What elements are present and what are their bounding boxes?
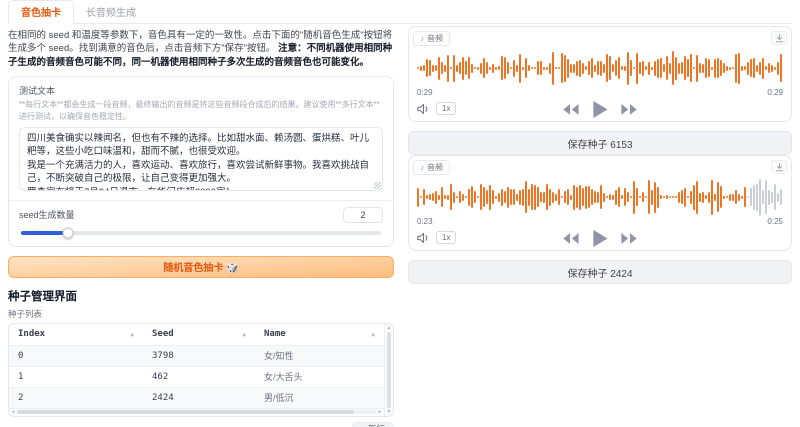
cell-seed[interactable]: 462 (143, 372, 255, 382)
waveform[interactable] (417, 178, 783, 216)
sort-icon: ▲ (242, 330, 246, 338)
test-text-label: 测试文本 (19, 86, 56, 97)
slider-thumb[interactable] (62, 227, 74, 239)
tab-bar: 音色抽卡 长音频生成 (8, 0, 792, 24)
duration: 0:25 (767, 217, 783, 226)
audio-label: ♪ 音频 (413, 160, 450, 175)
left-column: 在相同的 seed 和温度等参数下，音色具有一定的一致性。点击下面的"随机音色生… (8, 24, 394, 427)
current-time: 0:23 (417, 217, 433, 226)
duration: 0:29 (767, 88, 783, 97)
seed-count-label: seed生成数量 (19, 210, 75, 221)
tab-voice-draw[interactable]: 音色抽卡 (8, 0, 74, 24)
table-header-index[interactable]: Index ▲ (9, 329, 143, 339)
volume-icon[interactable] (417, 232, 430, 244)
current-time: 0:29 (417, 88, 433, 97)
playback-speed-button[interactable]: 1x (436, 231, 457, 244)
download-icon[interactable] (771, 160, 787, 174)
random-voice-draw-button[interactable]: 随机音色抽卡 🎲 (8, 255, 394, 278)
audio-player-2: ♪ 音频 0:23 0:25 1x (408, 155, 792, 251)
music-note-icon: ♪ (420, 163, 424, 172)
table-row[interactable]: 1 462 女/大舌头 (9, 365, 384, 387)
audio-player-1: ♪ 音频 0:29 0:29 1x (408, 26, 792, 122)
cell-seed[interactable]: 2424 (143, 393, 255, 403)
waveform[interactable] (417, 49, 783, 87)
seed-list-label: 种子列表 (8, 308, 43, 319)
input-panel: 测试文本 **每行文本**都会生成一段音频，最终输出的音频是将这些音频段合成后的… (8, 76, 394, 247)
test-text-input[interactable]: 四川美食确实以辣闻名，但也有不辣的选择。比如甜水面、赖汤圆、蛋烘糕、叶儿粑等，这… (19, 126, 383, 191)
seed-table: Index ▲ Seed ▲ Name ▲ 0 3798 女/知性 1 462 女/大… (8, 322, 394, 417)
seed-manager-heading: 种子管理界面 (8, 290, 77, 303)
rewind-icon[interactable] (562, 232, 580, 245)
right-column: ♪ 音频 0:29 0:29 1x 保存种子 6153 ♪ 音频 0:23 0:… (408, 24, 792, 427)
save-seed-2424-button[interactable]: 保存种子 2424 (408, 260, 792, 284)
music-note-icon: ♪ (420, 34, 424, 43)
playback-speed-button[interactable]: 1x (436, 102, 457, 115)
scrollbar-thumb[interactable] (17, 410, 355, 415)
play-icon[interactable] (592, 100, 609, 119)
test-text-info: **每行文本**都会生成一段音频，最终输出的音频是将这些音频段合成后的结果。建议… (19, 100, 380, 121)
download-icon[interactable] (771, 31, 787, 45)
volume-icon[interactable] (417, 103, 430, 115)
cell-index[interactable]: 2 (9, 393, 143, 403)
table-horizontal-scrollbar[interactable]: ◀ ▶ (9, 407, 384, 416)
instructions-text: 在相同的 seed 和温度等参数下，音色具有一定的一致性。点击下面的"随机音色生… (8, 29, 394, 69)
cell-seed[interactable]: 3798 (143, 351, 255, 361)
textarea-resize-handle[interactable] (374, 181, 381, 189)
fast-forward-icon[interactable] (621, 103, 639, 116)
table-row[interactable]: 2 2424 男/低沉 (9, 386, 384, 408)
seed-count-slider[interactable] (21, 227, 381, 239)
tab-long-audio[interactable]: 长音频生成 (74, 1, 148, 23)
table-row[interactable]: 0 3798 女/知性 (9, 344, 384, 366)
table-vertical-scrollbar[interactable]: ▲ ▼ (384, 323, 393, 416)
sort-icon: ▲ (130, 330, 134, 338)
scrollbar-thumb[interactable] (387, 331, 391, 408)
cell-name[interactable]: 女/知性 (255, 349, 384, 362)
scroll-left-icon[interactable]: ◀ (9, 409, 17, 415)
scroll-down-icon[interactable]: ▼ (387, 409, 392, 415)
sort-icon: ▲ (371, 330, 375, 338)
cell-name[interactable]: 男/低沉 (255, 391, 384, 404)
slider-fill (21, 230, 68, 235)
cell-name[interactable]: 女/大舌头 (255, 370, 384, 383)
save-seed-6153-button[interactable]: 保存种子 6153 (408, 131, 792, 155)
audio-label: ♪ 音频 (413, 31, 450, 46)
scroll-up-icon[interactable]: ▲ (387, 325, 392, 331)
cell-index[interactable]: 0 (9, 351, 143, 361)
table-header-row: Index ▲ Seed ▲ Name ▲ (9, 324, 384, 345)
table-header-name[interactable]: Name ▲ (255, 329, 384, 339)
cell-index[interactable]: 1 (9, 372, 143, 382)
play-icon[interactable] (592, 229, 609, 248)
app-window: 音色抽卡 长音频生成 在相同的 seed 和温度等参数下，音色具有一定的一致性。… (0, 0, 800, 427)
rewind-icon[interactable] (562, 103, 580, 116)
table-header-seed[interactable]: Seed ▲ (143, 329, 255, 339)
new-row-button[interactable]: ↓ 新行 (352, 421, 394, 427)
scroll-right-icon[interactable]: ▶ (376, 409, 384, 415)
fast-forward-icon[interactable] (621, 232, 639, 245)
seed-count-number-input[interactable] (343, 206, 383, 223)
